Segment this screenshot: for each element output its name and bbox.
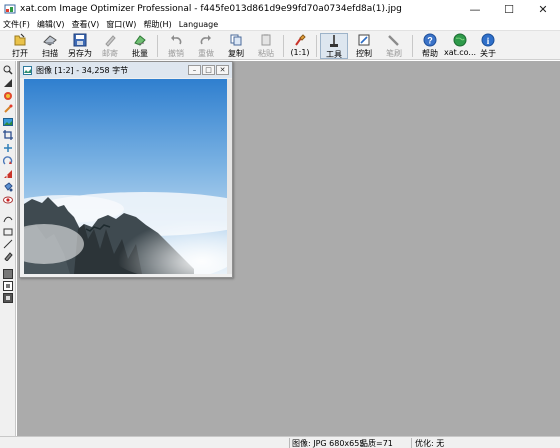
status-quality: 品质=71 [360, 439, 393, 448]
tools-button[interactable]: 工具 [320, 33, 348, 59]
menu-help[interactable]: 帮助(H) [143, 19, 171, 30]
menu-bar: 文件(F) 编辑(V) 查看(V) 窗口(W) 帮助(H) Language [0, 18, 560, 30]
freehand-tool-icon[interactable] [3, 215, 13, 225]
scanner-icon [42, 33, 58, 47]
zoom-icon [292, 33, 308, 47]
rotate-tool-icon[interactable] [3, 156, 13, 166]
batch-icon [132, 33, 148, 47]
xat-website-button[interactable]: xat.co... [444, 33, 476, 59]
toolbar-separator [316, 35, 317, 57]
redo-icon [198, 33, 214, 47]
batch-button[interactable]: 批量 [126, 33, 154, 59]
line-tool-icon[interactable] [3, 239, 13, 249]
image-document-icon [23, 65, 32, 75]
color-swatch-3[interactable] [3, 293, 13, 303]
paste-button[interactable]: 粘贴 [252, 33, 280, 59]
window-title: xat.com Image Optimizer Professional - f… [20, 4, 402, 14]
about-button[interactable]: i 关于 [474, 33, 502, 59]
maximize-button[interactable]: ☐ [492, 0, 526, 18]
image-window-scrollbar[interactable] [227, 79, 232, 274]
paste-icon [258, 33, 274, 47]
info-icon: i [480, 33, 496, 47]
close-button[interactable]: ✕ [526, 0, 560, 18]
mountain-sea-of-clouds-image [24, 79, 227, 274]
app-logo-icon [4, 3, 16, 15]
status-bar: 图像: JPG 680x655 品质=71 优化: 无 [0, 436, 560, 448]
open-icon [12, 33, 28, 47]
image-tool-icon[interactable] [3, 117, 13, 127]
mail-icon [102, 33, 118, 47]
globe-icon [452, 33, 468, 47]
fill-tool-icon[interactable] [3, 182, 13, 192]
color-tool-icon[interactable] [3, 91, 13, 101]
image-window-title: 图像 [1:2] - 34,258 字节 [36, 65, 129, 75]
open-button[interactable]: 打开 [6, 33, 34, 59]
left-tool-strip [0, 61, 16, 436]
toolbar-separator [283, 35, 284, 57]
rectangle-tool-icon[interactable] [3, 227, 13, 237]
copy-button[interactable]: 复制 [222, 33, 250, 59]
control-icon [356, 33, 372, 47]
tools-icon [326, 34, 342, 48]
menu-language[interactable]: Language [179, 20, 218, 29]
sharpen-tool-icon[interactable] [3, 169, 13, 179]
status-divider [289, 438, 290, 448]
levels-tool-icon[interactable] [3, 78, 13, 88]
email-button[interactable]: 邮寄 [96, 33, 124, 59]
save-as-button[interactable]: 另存为 [66, 33, 94, 59]
toolbar-separator [412, 35, 413, 57]
menu-view[interactable]: 查看(V) [72, 19, 100, 30]
svg-text:?: ? [427, 36, 433, 46]
redo-button[interactable]: 重做 [192, 33, 220, 59]
undo-button[interactable]: 撤销 [162, 33, 190, 59]
control-button[interactable]: 控制 [350, 33, 378, 59]
image-window[interactable]: 图像 [1:2] - 34,258 字节 – □ ✕ [19, 61, 233, 278]
brush-button[interactable]: 笔刷 [380, 33, 408, 59]
redeye-tool-icon[interactable] [3, 195, 13, 205]
toolbar: 打开 扫描 另存为 邮寄 批量 撤销 重做 复制 粘贴 (1:1) 工具 控制 … [0, 30, 560, 60]
pen-tool-icon[interactable] [3, 251, 13, 261]
effects-tool-icon[interactable] [3, 104, 13, 114]
help-icon: ? [422, 33, 438, 47]
magnifier-tool-icon[interactable] [3, 65, 13, 75]
image-canvas[interactable] [24, 79, 227, 274]
image-window-close-button[interactable]: ✕ [216, 65, 229, 75]
color-swatch-1[interactable] [3, 269, 13, 279]
color-swatch-2[interactable] [3, 281, 13, 291]
status-image-info: 图像: JPG 680x655 [292, 439, 365, 448]
scan-button[interactable]: 扫描 [36, 33, 64, 59]
toolbar-separator [157, 35, 158, 57]
status-optimize: 优化: 无 [415, 439, 445, 448]
image-window-minimize-button[interactable]: – [188, 65, 201, 75]
brush-icon [386, 33, 402, 47]
menu-edit[interactable]: 编辑(V) [37, 19, 65, 30]
status-divider [411, 438, 412, 448]
copy-icon [228, 33, 244, 47]
image-window-restore-button[interactable]: □ [202, 65, 215, 75]
image-window-titlebar[interactable]: 图像 [1:2] - 34,258 字节 – □ ✕ [20, 62, 232, 78]
resize-tool-icon[interactable] [3, 143, 13, 153]
menu-window[interactable]: 窗口(W) [106, 19, 136, 30]
minimize-button[interactable]: — [458, 0, 492, 18]
crop-tool-icon[interactable] [3, 130, 13, 140]
undo-icon [168, 33, 184, 47]
help-button[interactable]: ? 帮助 [416, 33, 444, 59]
zoom-actual-size-button[interactable]: (1:1) [286, 33, 314, 59]
menu-file[interactable]: 文件(F) [3, 19, 30, 30]
floppy-disk-icon [72, 33, 88, 47]
title-bar: xat.com Image Optimizer Professional - f… [0, 0, 560, 18]
